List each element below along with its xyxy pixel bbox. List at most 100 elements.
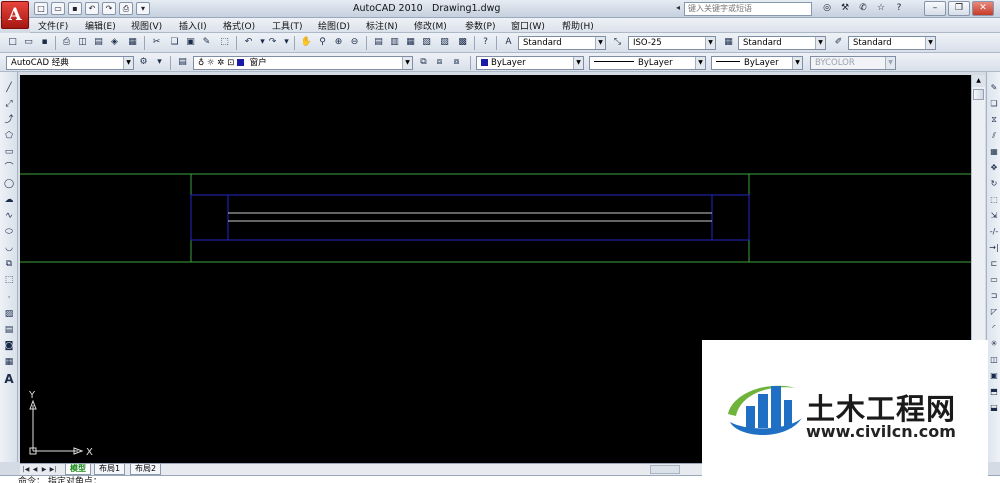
search-expand-icon[interactable]: ◂ [676,3,680,12]
pan-icon[interactable]: ✋ [300,36,313,49]
workspace-select[interactable]: AutoCAD 经典 ▼ [6,56,134,70]
zoom-previous-icon[interactable]: ⊖ [348,36,361,49]
modify-extra2-icon[interactable]: ▣ [988,370,1000,382]
cut-icon[interactable]: ✂ [150,36,163,49]
zoom-realtime-icon[interactable]: ⚲ [316,36,329,49]
binoculars-icon[interactable]: ◎ [820,2,834,15]
etransmit-icon[interactable]: ▦ [126,36,139,49]
first-tab-icon[interactable]: |◀ [22,465,30,474]
subscription-icon[interactable]: ⚒ [838,2,852,15]
undo-icon[interactable]: ↶ [242,36,255,49]
prev-tab-icon[interactable]: ◀ [31,465,39,474]
menu-view[interactable]: 视图(V) [131,19,162,32]
mirror-icon[interactable]: ⧖ [988,114,1000,126]
make-block-icon[interactable]: ⬚ [2,274,16,287]
rectangle-icon[interactable]: ▭ [2,146,16,159]
menu-help[interactable]: 帮助(H) [562,19,594,32]
modify-extra-icon[interactable]: ◫ [988,354,1000,366]
multileader-style-icon[interactable]: ✐ [832,36,845,49]
open-file-icon[interactable]: ▭ [51,2,65,15]
horizontal-scrollbar[interactable] [650,465,680,474]
open-icon[interactable]: ▭ [22,36,35,49]
properties-icon[interactable]: ▤ [372,36,385,49]
explode-icon[interactable]: ✳ [988,338,1000,350]
tool-palettes-icon[interactable]: ▦ [404,36,417,49]
plot-icon[interactable]: ⎙ [119,2,133,15]
gradient-icon[interactable]: ▤ [2,324,16,337]
stretch-icon[interactable]: ⇲ [988,210,1000,222]
dim-style-icon[interactable]: ⤡ [611,36,624,49]
zoom-window-icon[interactable]: ⊕ [332,36,345,49]
paste-icon[interactable]: ▣ [184,36,197,49]
erase-icon[interactable]: ✎ [988,82,1000,94]
menu-tools[interactable]: 工具(T) [272,19,303,32]
line-icon[interactable]: ╱ [2,82,16,95]
arc-icon[interactable]: ⌒ [2,162,16,175]
circle-icon[interactable]: ◯ [2,178,16,191]
communication-center-icon[interactable]: ✆ [856,2,870,15]
copy-object-icon[interactable]: ❏ [988,98,1000,110]
workspace-customize-icon[interactable]: ▾ [153,56,166,69]
infocenter-search-input[interactable]: 键入关键字或短语 [684,2,812,16]
markup-icon[interactable]: ▨ [438,36,451,49]
table-icon[interactable]: ▦ [2,356,16,369]
linetype-control-select[interactable]: ByLayer ▼ [589,56,706,70]
trim-icon[interactable]: -/- [988,226,1000,238]
tab-layout2[interactable]: 布局2 [130,464,162,475]
hatch-icon[interactable]: ▨ [2,308,16,321]
design-center-icon[interactable]: ▥ [388,36,401,49]
workspace-settings-icon[interactable]: ⚙ [137,56,150,69]
restore-icon[interactable]: ❐ [948,1,970,16]
lineweight-control-select[interactable]: ByLayer ▼ [711,56,803,70]
table-style-icon[interactable]: ▦ [722,36,735,49]
insert-block-icon[interactable]: ⧉ [2,258,16,271]
text-style-select[interactable]: Standard ▼ [518,36,606,50]
sheet-set-icon[interactable]: ▧ [420,36,433,49]
modify-extra3-icon[interactable]: ⬒ [988,386,1000,398]
menu-insert[interactable]: 插入(I) [179,19,207,32]
table-style-select[interactable]: Standard ▼ [738,36,826,50]
calculator-icon[interactable]: ▩ [456,36,469,49]
last-tab-icon[interactable]: ▶| [49,465,57,474]
break-at-point-icon[interactable]: ⊏ [988,258,1000,270]
revision-cloud-icon[interactable]: ☁ [2,194,16,207]
dim-style-select[interactable]: ISO-25 ▼ [628,36,716,50]
block-editor-icon[interactable]: ⬚ [218,36,231,49]
array-icon[interactable]: ▦ [988,146,1000,158]
undo-icon[interactable]: ↶ [85,2,99,15]
offset-icon[interactable]: ⫽ [988,130,1000,142]
save-icon[interactable]: ▪ [68,2,82,15]
extend-icon[interactable]: →| [988,242,1000,254]
ellipse-arc-icon[interactable]: ◡ [2,242,16,255]
menu-file[interactable]: 文件(F) [38,19,68,32]
region-icon[interactable]: ◙ [2,340,16,353]
next-tab-icon[interactable]: ▶ [40,465,48,474]
chamfer-icon[interactable]: ◸ [988,306,1000,318]
ellipse-icon[interactable]: ⬭ [2,226,16,239]
save-icon[interactable]: ▪ [38,36,51,49]
construction-line-icon[interactable]: ⤢ [2,98,16,111]
3d-dwf-icon[interactable]: ◈ [108,36,121,49]
scroll-thumb[interactable] [973,89,984,100]
plot-icon[interactable]: ⎙ [60,36,73,49]
scale-icon[interactable]: ⬚ [988,194,1000,206]
modify-extra4-icon[interactable]: ⬓ [988,402,1000,414]
break-icon[interactable]: ▭ [988,274,1000,286]
color-control-select[interactable]: ByLayer ▼ [476,56,584,70]
plot-preview-icon[interactable]: ◫ [76,36,89,49]
multileader-style-select[interactable]: Standard ▼ [848,36,936,50]
make-current-layer-icon[interactable]: ⧉ [417,56,430,69]
copy-icon[interactable]: ❏ [168,36,181,49]
redo-icon[interactable]: ↷ [266,36,279,49]
multiline-text-icon[interactable]: A [2,373,16,386]
redo-dropdown-icon[interactable]: ▾ [280,36,293,49]
help-icon[interactable]: ? [479,36,492,49]
publish-icon[interactable]: ▤ [92,36,105,49]
menu-window[interactable]: 窗口(W) [511,19,545,32]
qat-dropdown-icon[interactable]: ▾ [136,2,150,15]
new-file-icon[interactable]: □ [34,2,48,15]
layer-state-icon[interactable]: ⧇ [450,56,463,69]
join-icon[interactable]: ⊐ [988,290,1000,302]
minimize-icon[interactable]: – [924,1,946,16]
text-style-icon[interactable]: A [502,36,515,49]
